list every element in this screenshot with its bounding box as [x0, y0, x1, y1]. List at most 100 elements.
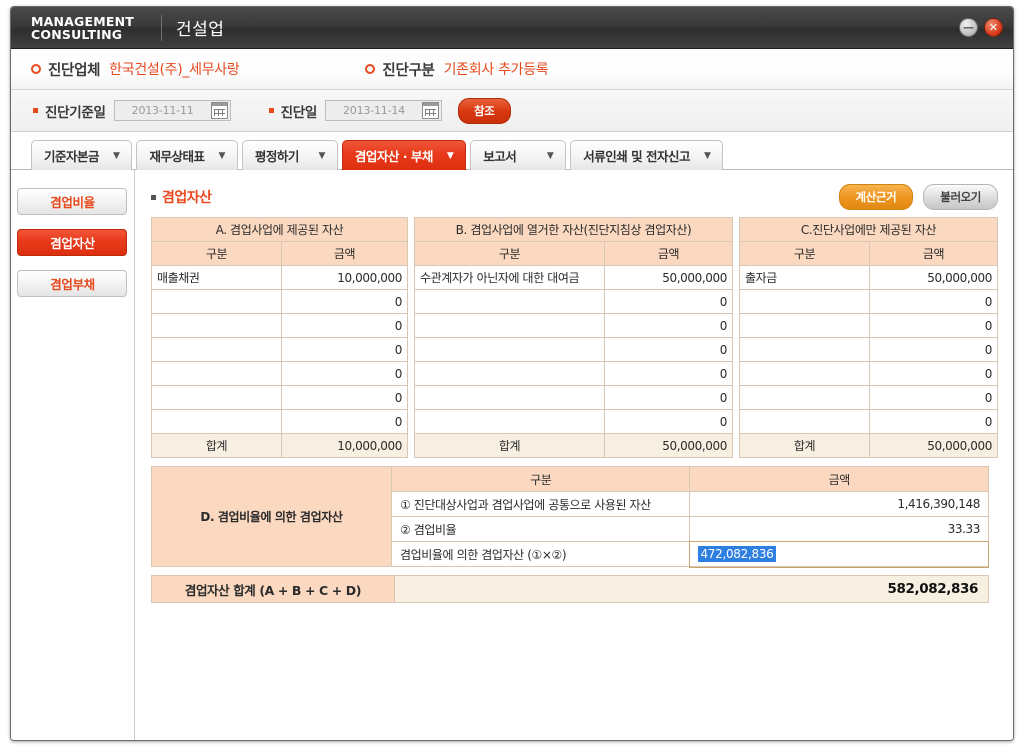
tab-financial-statement[interactable]: 재무상태표 ▼ [136, 140, 238, 170]
table-row[interactable]: 매출채권 10,000,000 [150, 265, 408, 290]
base-date-field[interactable]: 2013-11-11 [113, 100, 231, 121]
calculation-basis-button[interactable]: 계산근거 [838, 184, 914, 210]
editable-amount-cell[interactable]: 472,082,836 [688, 540, 990, 568]
row-amount[interactable]: 0 [280, 361, 408, 386]
sidebar-item-side-ratio[interactable]: 겸업비율 [17, 188, 128, 215]
table-row[interactable]: 0 [413, 361, 733, 386]
tab-evaluation[interactable]: 평정하기 ▼ [241, 140, 338, 170]
row-amount[interactable]: 0 [603, 289, 733, 314]
row-amount[interactable]: 0 [603, 337, 733, 362]
tab-label: 기준자본금 [44, 149, 100, 164]
row-amount[interactable]: 0 [868, 313, 999, 338]
row-name[interactable] [150, 361, 282, 386]
row-amount[interactable]: 0 [868, 385, 999, 410]
table-row[interactable]: 0 [738, 361, 999, 386]
row-name[interactable]: 출자금 [738, 265, 870, 290]
sidebar-item-side-liabilities[interactable]: 겸업부채 [17, 270, 128, 297]
table-row[interactable]: 0 [413, 385, 733, 410]
row-amount[interactable]: 0 [280, 337, 408, 362]
window-controls: — ✕ [959, 18, 1003, 37]
row-name[interactable] [413, 289, 605, 314]
row-amount[interactable]: 10,000,000 [280, 265, 408, 290]
tab-report[interactable]: 보고서 ▼ [470, 140, 567, 170]
minimize-icon[interactable]: — [959, 18, 978, 37]
row-name[interactable] [413, 337, 605, 362]
row-amount[interactable]: 0 [868, 289, 999, 314]
tab-print-and-efiling[interactable]: 서류인쇄 및 전자신고 ▼ [570, 140, 724, 170]
info-bar: 진단업체 한국건설(주)_세무사랑 진단구분 기존회사 추가등록 [11, 49, 1013, 90]
table-row[interactable]: 0 [150, 361, 408, 386]
diagnosis-date-field[interactable]: 2013-11-14 [324, 100, 442, 121]
row-amount[interactable]: 0 [868, 337, 999, 362]
row-amount[interactable]: 0 [868, 361, 999, 386]
row-amount[interactable]: 0 [868, 409, 999, 434]
table-row[interactable]: 0 [738, 385, 999, 410]
close-icon[interactable]: ✕ [984, 18, 1003, 37]
table-row[interactable]: 0 [150, 289, 408, 314]
section-actions: 계산근거 불러오기 [838, 184, 998, 210]
load-button[interactable]: 불러오기 [923, 184, 998, 210]
table-row[interactable]: 0 [738, 289, 999, 314]
diagnosis-date-value: 2013-11-14 [343, 104, 405, 117]
tab-label: 보고서 [483, 149, 517, 164]
row-name[interactable] [150, 289, 282, 314]
calendar-icon[interactable] [421, 102, 439, 119]
row-amount[interactable]: 0 [603, 313, 733, 338]
column-header-gubun: 구분 [413, 241, 605, 266]
row-name[interactable] [738, 337, 870, 362]
row-amount[interactable]: 0 [603, 361, 733, 386]
total-label: 합계 [738, 433, 870, 458]
summary-value: 582,082,836 [393, 575, 989, 603]
table-header-row: 구분 금액 [738, 241, 999, 266]
row-name[interactable]: 수관계자가 아닌자에 대한 대여금 [413, 265, 605, 290]
table-row[interactable]: 0 [413, 337, 733, 362]
row-amount[interactable]: 0 [280, 289, 408, 314]
title-divider [161, 14, 162, 41]
row-name[interactable] [738, 361, 870, 386]
company-label: 진단업체 [48, 62, 101, 79]
row-amount[interactable]: 0 [280, 313, 408, 338]
row-name[interactable] [738, 385, 870, 410]
tab-side-assets-liabilities[interactable]: 겸업자산 · 부채 ▼ [341, 140, 467, 170]
row-name[interactable] [150, 337, 282, 362]
table-row[interactable]: 수관계자가 아닌자에 대한 대여금 50,000,000 [413, 265, 733, 290]
row-name[interactable] [738, 313, 870, 338]
tab-label: 겸업자산 · 부채 [354, 149, 433, 164]
table-row[interactable]: 0 [413, 313, 733, 338]
application-window: MANAGEMENT CONSULTING 건설업 — ✕ 진단업체 한국건설(… [0, 0, 1024, 749]
table-row[interactable]: 0 [150, 385, 408, 410]
sidebar-item-side-assets[interactable]: 겸업자산 [17, 229, 128, 256]
table-row[interactable]: 0 [413, 289, 733, 314]
row-name[interactable]: 매출채권 [150, 265, 282, 290]
table-row[interactable]: 0 [150, 313, 408, 338]
table-row[interactable]: 출자금 50,000,000 [738, 265, 999, 290]
row-amount[interactable]: 50,000,000 [868, 265, 999, 290]
refresh-button[interactable]: 참조 [457, 97, 511, 124]
table-row[interactable]: 0 [150, 409, 408, 434]
row-name[interactable] [150, 385, 282, 410]
row-amount[interactable]: 1,416,390,148 [689, 491, 989, 517]
table-row[interactable]: 0 [738, 313, 999, 338]
row-name[interactable] [413, 385, 605, 410]
row-name[interactable] [150, 409, 282, 434]
table-row[interactable]: 0 [738, 337, 999, 362]
row-name[interactable] [413, 313, 605, 338]
row-name[interactable] [738, 409, 870, 434]
tab-base-capital[interactable]: 기준자본금 ▼ [31, 140, 133, 170]
calendar-icon[interactable] [210, 102, 228, 119]
table-row[interactable]: 0 [738, 409, 999, 434]
table-row[interactable]: 0 [150, 337, 408, 362]
row-label: 겸업비율에 의한 겸업자산 (①×②) [390, 541, 691, 567]
row-name[interactable] [413, 361, 605, 386]
row-amount[interactable]: 0 [280, 385, 408, 410]
row-name[interactable] [413, 409, 605, 434]
page-title-label: 겸업자산 [161, 190, 212, 206]
row-amount[interactable]: 0 [603, 409, 733, 434]
table-row[interactable]: 0 [413, 409, 733, 434]
row-name[interactable] [150, 313, 282, 338]
row-amount[interactable]: 50,000,000 [603, 265, 733, 290]
row-name[interactable] [738, 289, 870, 314]
row-amount[interactable]: 0 [280, 409, 408, 434]
row-amount[interactable]: 0 [603, 385, 733, 410]
row-amount[interactable]: 33.33 [689, 516, 989, 542]
